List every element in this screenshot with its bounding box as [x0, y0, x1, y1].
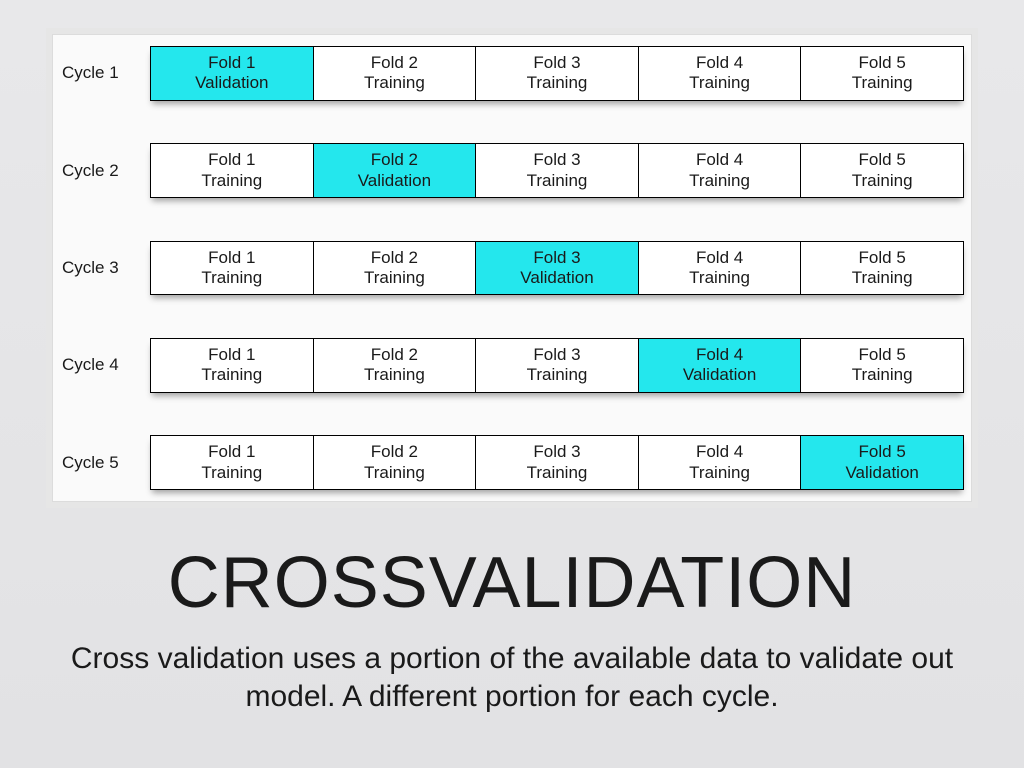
fold-strip: Fold 1ValidationFold 2TrainingFold 3Trai… [150, 46, 964, 101]
fold-training-cell: Fold 3Training [476, 339, 639, 392]
fold-role: Validation [639, 365, 801, 385]
fold-role: Training [639, 463, 801, 483]
crossvalidation-diagram: Cycle 1Fold 1ValidationFold 2TrainingFol… [60, 46, 964, 490]
fold-name: Fold 5 [801, 150, 963, 170]
fold-training-cell: Fold 1Training [151, 242, 314, 295]
fold-role: Training [151, 365, 313, 385]
fold-role: Training [476, 171, 638, 191]
slide-title: CROSSVALIDATION [0, 542, 1024, 624]
fold-name: Fold 2 [314, 150, 476, 170]
cycle-row: Cycle 4Fold 1TrainingFold 2TrainingFold … [60, 338, 964, 393]
fold-validation-cell: Fold 4Validation [639, 339, 802, 392]
fold-training-cell: Fold 2Training [314, 339, 477, 392]
fold-training-cell: Fold 5Training [801, 144, 963, 197]
fold-name: Fold 1 [151, 442, 313, 462]
fold-role: Training [639, 73, 801, 93]
fold-training-cell: Fold 2Training [314, 47, 477, 100]
fold-name: Fold 5 [801, 248, 963, 268]
fold-role: Validation [476, 268, 638, 288]
fold-name: Fold 1 [151, 248, 313, 268]
fold-name: Fold 1 [151, 150, 313, 170]
fold-validation-cell: Fold 3Validation [476, 242, 639, 295]
fold-role: Training [801, 73, 963, 93]
diagram-frame: Cycle 1Fold 1ValidationFold 2TrainingFol… [46, 28, 978, 508]
fold-training-cell: Fold 5Training [801, 242, 963, 295]
fold-training-cell: Fold 5Training [801, 339, 963, 392]
fold-training-cell: Fold 3Training [476, 144, 639, 197]
fold-name: Fold 2 [314, 248, 476, 268]
fold-name: Fold 1 [151, 345, 313, 365]
fold-role: Training [801, 268, 963, 288]
fold-name: Fold 5 [801, 442, 963, 462]
fold-training-cell: Fold 4Training [639, 242, 802, 295]
fold-name: Fold 5 [801, 53, 963, 73]
fold-name: Fold 4 [639, 150, 801, 170]
fold-training-cell: Fold 1Training [151, 339, 314, 392]
fold-role: Training [801, 365, 963, 385]
fold-role: Training [476, 73, 638, 93]
fold-role: Training [639, 268, 801, 288]
fold-role: Validation [314, 171, 476, 191]
fold-name: Fold 2 [314, 442, 476, 462]
cycle-label: Cycle 2 [60, 161, 150, 181]
fold-training-cell: Fold 2Training [314, 242, 477, 295]
fold-validation-cell: Fold 2Validation [314, 144, 477, 197]
fold-name: Fold 3 [476, 53, 638, 73]
fold-training-cell: Fold 3Training [476, 436, 639, 489]
cycle-label: Cycle 4 [60, 355, 150, 375]
fold-training-cell: Fold 3Training [476, 47, 639, 100]
fold-name: Fold 3 [476, 345, 638, 365]
cycle-label: Cycle 5 [60, 453, 150, 473]
fold-training-cell: Fold 4Training [639, 144, 802, 197]
cycle-label: Cycle 1 [60, 63, 150, 83]
fold-role: Training [314, 268, 476, 288]
fold-training-cell: Fold 1Training [151, 436, 314, 489]
cycle-row: Cycle 1Fold 1ValidationFold 2TrainingFol… [60, 46, 964, 101]
fold-role: Training [151, 171, 313, 191]
fold-role: Training [151, 463, 313, 483]
fold-validation-cell: Fold 5Validation [801, 436, 963, 489]
fold-name: Fold 5 [801, 345, 963, 365]
fold-name: Fold 1 [151, 53, 313, 73]
fold-role: Training [476, 463, 638, 483]
fold-role: Training [151, 268, 313, 288]
fold-name: Fold 3 [476, 150, 638, 170]
fold-strip: Fold 1TrainingFold 2TrainingFold 3Valida… [150, 241, 964, 296]
fold-strip: Fold 1TrainingFold 2TrainingFold 3Traini… [150, 338, 964, 393]
cycle-row: Cycle 3Fold 1TrainingFold 2TrainingFold … [60, 241, 964, 296]
fold-strip: Fold 1TrainingFold 2TrainingFold 3Traini… [150, 435, 964, 490]
fold-role: Training [314, 463, 476, 483]
slide-description: Cross validation uses a portion of the a… [40, 640, 984, 715]
fold-name: Fold 4 [639, 442, 801, 462]
fold-training-cell: Fold 2Training [314, 436, 477, 489]
fold-name: Fold 4 [639, 248, 801, 268]
fold-role: Training [314, 365, 476, 385]
fold-validation-cell: Fold 1Validation [151, 47, 314, 100]
fold-training-cell: Fold 5Training [801, 47, 963, 100]
fold-training-cell: Fold 1Training [151, 144, 314, 197]
fold-training-cell: Fold 4Training [639, 436, 802, 489]
fold-name: Fold 3 [476, 442, 638, 462]
fold-name: Fold 2 [314, 345, 476, 365]
fold-name: Fold 4 [639, 345, 801, 365]
fold-name: Fold 4 [639, 53, 801, 73]
cycle-label: Cycle 3 [60, 258, 150, 278]
fold-training-cell: Fold 4Training [639, 47, 802, 100]
cycle-row: Cycle 5Fold 1TrainingFold 2TrainingFold … [60, 435, 964, 490]
fold-role: Training [639, 171, 801, 191]
cycle-row: Cycle 2Fold 1TrainingFold 2ValidationFol… [60, 143, 964, 198]
fold-name: Fold 3 [476, 248, 638, 268]
fold-role: Validation [151, 73, 313, 93]
fold-role: Training [476, 365, 638, 385]
fold-role: Training [801, 171, 963, 191]
fold-role: Training [314, 73, 476, 93]
fold-strip: Fold 1TrainingFold 2ValidationFold 3Trai… [150, 143, 964, 198]
fold-role: Validation [801, 463, 963, 483]
fold-name: Fold 2 [314, 53, 476, 73]
